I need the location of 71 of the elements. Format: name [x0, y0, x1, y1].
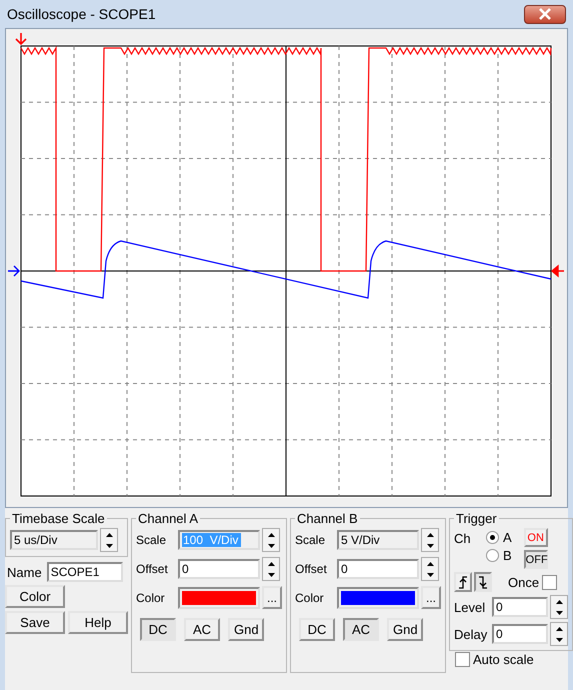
up-arrow-icon [106, 532, 112, 536]
arrow-marker-icon[interactable] [551, 264, 565, 277]
group-title: Channel B [296, 511, 359, 526]
power-button[interactable]: OFF [524, 550, 548, 569]
offset-field[interactable]: 0 [337, 559, 419, 579]
field-label: Color [136, 590, 166, 604]
name-field[interactable]: SCOPE1 [46, 562, 123, 582]
level-field[interactable]: 0 [492, 597, 548, 617]
falling-edge-icon [478, 576, 488, 588]
field-label: Offset [136, 562, 169, 576]
field-label: Level [454, 600, 486, 614]
field-label: Scale [295, 533, 326, 547]
once-checkbox[interactable]: Once [508, 574, 558, 590]
color-button[interactable]: Color [5, 585, 65, 608]
edge-button[interactable] [454, 572, 472, 592]
color-swatch[interactable] [178, 586, 260, 608]
timebase-field[interactable]: 5 us/Div [10, 530, 98, 550]
up-arrow-icon [556, 600, 562, 604]
more-button[interactable]: ... [262, 586, 282, 609]
group-title: Channel A [137, 511, 199, 526]
source-radio[interactable]: B [486, 546, 512, 564]
auto-scale-checkbox[interactable]: Auto scale [455, 652, 573, 667]
down-arrow-icon [426, 544, 434, 548]
down-arrow-icon [268, 572, 274, 576]
up-arrow-icon [426, 532, 434, 536]
coupling-button[interactable]: DC [140, 618, 176, 641]
power-button[interactable]: ON [524, 528, 548, 547]
up-arrow-icon [268, 562, 274, 566]
delay-field[interactable]: 0 [492, 624, 548, 644]
spinner[interactable] [421, 528, 439, 552]
offset-field[interactable]: 0 [178, 559, 260, 579]
more-button[interactable]: ... [421, 586, 441, 609]
close-icon [538, 8, 552, 20]
up-arrow-icon [556, 626, 562, 630]
field-label: Name [7, 564, 42, 580]
field-label: Ch [454, 530, 472, 546]
coupling-button[interactable]: DC [299, 618, 335, 641]
spinner[interactable] [550, 622, 568, 646]
scale-field[interactable]: 5 V/Div [337, 530, 419, 550]
help-button[interactable]: Help [68, 611, 128, 634]
down-arrow-icon [426, 572, 434, 576]
window-title: Oscilloscope - SCOPE1 [6, 6, 156, 22]
coupling-button[interactable]: Gnd [387, 618, 423, 641]
down-arrow-icon [556, 610, 562, 614]
arrow-marker-icon[interactable] [7, 265, 20, 277]
coupling-button[interactable]: AC [343, 618, 379, 641]
save-button[interactable]: Save [5, 611, 65, 634]
color-swatch[interactable] [337, 586, 419, 608]
source-radio[interactable]: A [486, 528, 512, 546]
group-title: Trigger [455, 511, 498, 526]
coupling-button[interactable]: Gnd [228, 618, 264, 641]
close-button[interactable] [524, 4, 566, 24]
down-arrow-icon [268, 544, 274, 548]
spinner[interactable] [262, 557, 280, 581]
group-title: Timebase Scale [11, 511, 106, 526]
coupling-button[interactable]: AC [184, 618, 220, 641]
up-arrow-icon [268, 532, 274, 536]
down-arrow-icon [106, 544, 112, 548]
up-arrow-icon [426, 562, 434, 566]
field-label: Scale [136, 533, 168, 547]
spinner[interactable] [100, 528, 118, 552]
spinner[interactable] [550, 595, 568, 619]
field-label: Delay [454, 626, 488, 642]
field-label: Color [295, 590, 325, 604]
down-arrow-icon [556, 638, 562, 642]
spinner[interactable] [421, 557, 439, 581]
field-label: Offset [295, 562, 328, 576]
spinner[interactable] [262, 528, 280, 552]
rising-edge-icon [458, 576, 468, 588]
edge-button[interactable] [474, 572, 492, 592]
trigger-marker-icon[interactable] [15, 32, 27, 46]
